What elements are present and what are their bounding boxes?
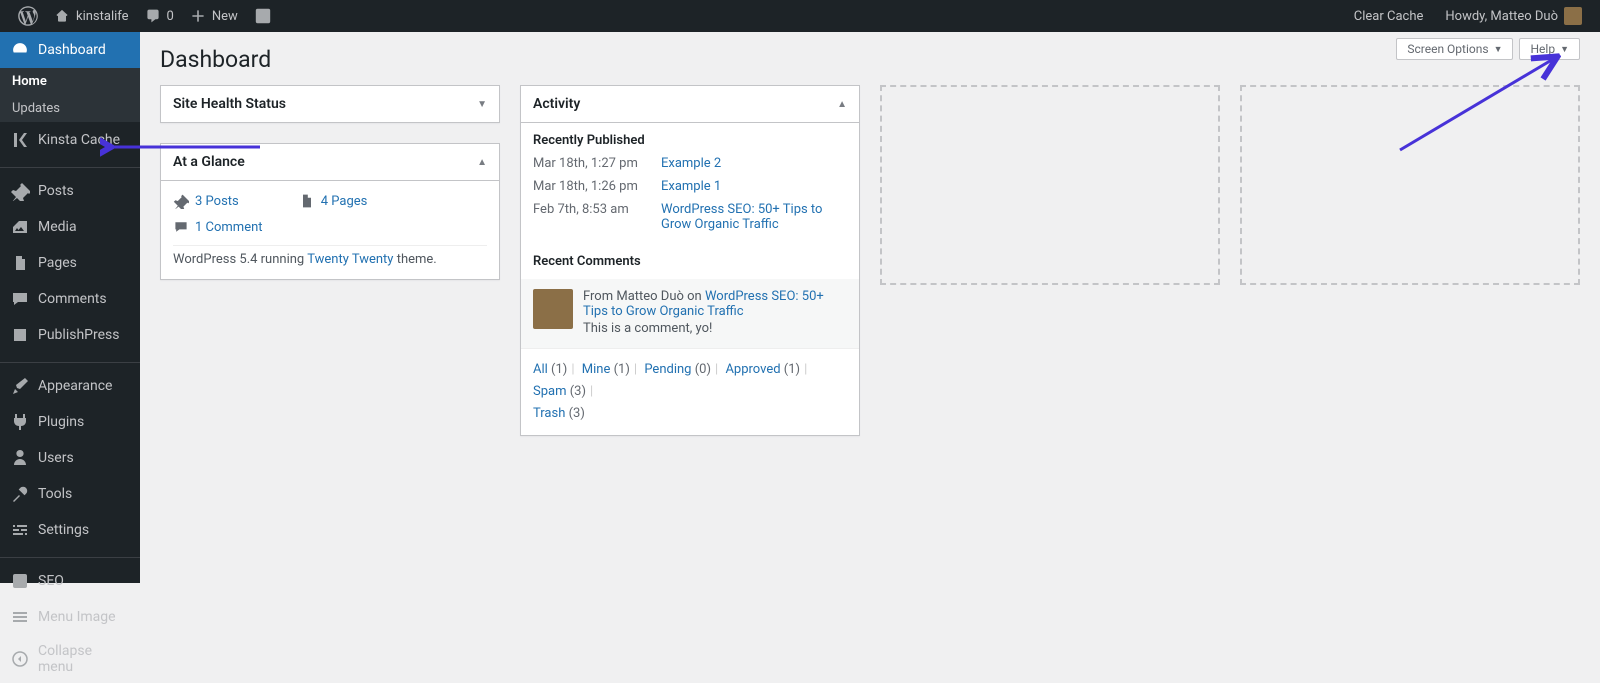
comments-count: 0 <box>167 9 174 24</box>
media-icon <box>10 217 30 237</box>
post-link[interactable]: Example 2 <box>661 156 721 171</box>
post-link[interactable]: Example 1 <box>661 179 721 194</box>
comment-icon <box>145 8 161 24</box>
glance-comments[interactable]: 1 Comment <box>173 219 487 235</box>
admin-bar: kinstalife 0 New Clear Cache Howdy, Matt… <box>0 0 1600 32</box>
widget-dropzone[interactable] <box>880 85 1220 285</box>
dashboard-submenu: Home Updates <box>0 68 140 122</box>
collapse-icon <box>10 649 30 669</box>
wp-logo[interactable] <box>10 0 46 32</box>
sidebar-item-appearance[interactable]: Appearance <box>0 368 140 404</box>
sidebar-item-seo[interactable]: SEO <box>0 563 140 599</box>
chevron-up-icon[interactable]: ▲ <box>837 99 847 110</box>
recent-comment: From Matteo Duò on WordPress SEO: 50+ Ti… <box>521 279 859 348</box>
sidebar-item-publishpress[interactable]: PublishPress <box>0 317 140 353</box>
sidebar-item-settings[interactable]: Settings <box>0 512 140 548</box>
page-icon <box>10 253 30 273</box>
sidebar-subitem-updates[interactable]: Updates <box>0 95 140 122</box>
brush-icon <box>10 376 30 396</box>
wrench-icon <box>10 484 30 504</box>
glance-posts[interactable]: 3 Posts <box>173 193 239 209</box>
main-content: Screen Options▼ Help▼ Dashboard Site Hea… <box>140 32 1600 583</box>
filter-all[interactable]: All <box>533 362 548 377</box>
version-line: WordPress 5.4 running Twenty Twenty them… <box>173 245 487 267</box>
sidebar-item-posts[interactable]: Posts <box>0 173 140 209</box>
at-a-glance-widget: At a Glance ▲ 3 Posts 4 Pages <box>160 143 500 280</box>
sidebar-item-tools[interactable]: Tools <box>0 476 140 512</box>
screen-options-button[interactable]: Screen Options▼ <box>1396 38 1513 60</box>
separator <box>0 553 140 558</box>
kinsta-icon <box>10 130 30 150</box>
sidebar-item-kinsta-cache[interactable]: Kinsta Cache <box>0 122 140 158</box>
sidebar-item-pages[interactable]: Pages <box>0 245 140 281</box>
activity-row: Mar 18th, 1:27 pm Example 2 <box>521 152 859 175</box>
sidebar-subitem-home[interactable]: Home <box>0 68 140 95</box>
theme-link[interactable]: Twenty Twenty <box>307 252 393 267</box>
sidebar-item-users[interactable]: Users <box>0 440 140 476</box>
site-health-header[interactable]: Site Health Status ▼ <box>161 86 499 122</box>
user-icon <box>10 448 30 468</box>
clear-cache-link[interactable]: Clear Cache <box>1340 0 1432 32</box>
glance-pages[interactable]: 4 Pages <box>299 193 368 209</box>
comment-filters: All (1)| Mine (1)| Pending (0)| Approved… <box>521 348 859 435</box>
sidebar-item-plugins[interactable]: Plugins <box>0 404 140 440</box>
filter-mine[interactable]: Mine <box>582 362 611 377</box>
home-icon <box>54 8 70 24</box>
separator <box>0 163 140 168</box>
avatar <box>533 289 573 329</box>
chevron-up-icon[interactable]: ▲ <box>477 157 487 168</box>
dashboard-icon <box>10 40 30 60</box>
sidebar-item-comments[interactable]: Comments <box>0 281 140 317</box>
admin-sidebar: Dashboard Home Updates Kinsta Cache Post… <box>0 32 140 583</box>
yoast-icon <box>254 7 272 25</box>
sidebar-item-menu-image[interactable]: Menu Image <box>0 599 140 635</box>
widget-dropzone[interactable] <box>1240 85 1580 285</box>
page-title: Dashboard <box>160 32 1580 85</box>
sliders-icon <box>10 520 30 540</box>
activity-row: Mar 18th, 1:26 pm Example 1 <box>521 175 859 198</box>
yoast-menu[interactable] <box>246 0 280 32</box>
avatar <box>1564 7 1582 25</box>
separator <box>0 358 140 363</box>
activity-row: Feb 7th, 8:53 am WordPress SEO: 50+ Tips… <box>521 198 859 236</box>
activity-widget: Activity ▲ Recently Published Mar 18th, … <box>520 85 860 436</box>
chevron-down-icon[interactable]: ▼ <box>477 99 487 110</box>
comments-bubble[interactable]: 0 <box>137 0 182 32</box>
chevron-down-icon: ▼ <box>1494 44 1503 55</box>
sidebar-item-media[interactable]: Media <box>0 209 140 245</box>
comment-icon <box>173 219 189 235</box>
recent-comments-heading: Recent Comments <box>521 244 859 273</box>
wordpress-icon <box>18 6 38 26</box>
page-icon <box>299 193 315 209</box>
pin-icon <box>173 193 189 209</box>
howdy-text: Howdy, Matteo Duò <box>1445 9 1558 24</box>
yoast-icon <box>10 571 30 591</box>
new-label: New <box>212 9 238 24</box>
activity-header[interactable]: Activity ▲ <box>521 86 859 123</box>
help-button[interactable]: Help▼ <box>1519 38 1580 60</box>
site-health-widget: Site Health Status ▼ <box>160 85 500 123</box>
filter-spam[interactable]: Spam <box>533 384 567 399</box>
chevron-down-icon: ▼ <box>1560 44 1569 55</box>
user-menu[interactable]: Howdy, Matteo Duò <box>1431 0 1590 32</box>
comment-text: This is a comment, yo! <box>583 321 847 336</box>
filter-approved[interactable]: Approved <box>725 362 780 377</box>
post-link[interactable]: WordPress SEO: 50+ Tips to Grow Organic … <box>661 202 847 232</box>
comment-icon <box>10 289 30 309</box>
pin-icon <box>10 181 30 201</box>
site-link[interactable]: kinstalife <box>46 0 137 32</box>
filter-trash[interactable]: Trash <box>533 406 565 421</box>
plug-icon <box>10 412 30 432</box>
calendar-icon <box>10 325 30 345</box>
new-content[interactable]: New <box>182 0 246 32</box>
menu-icon <box>10 607 30 627</box>
sidebar-item-collapse[interactable]: Collapse menu <box>0 635 140 683</box>
glance-header[interactable]: At a Glance ▲ <box>161 144 499 181</box>
recently-published-heading: Recently Published <box>521 123 859 152</box>
plus-icon <box>190 8 206 24</box>
filter-pending[interactable]: Pending <box>644 362 691 377</box>
sidebar-item-dashboard[interactable]: Dashboard <box>0 32 140 68</box>
site-name: kinstalife <box>76 9 129 24</box>
